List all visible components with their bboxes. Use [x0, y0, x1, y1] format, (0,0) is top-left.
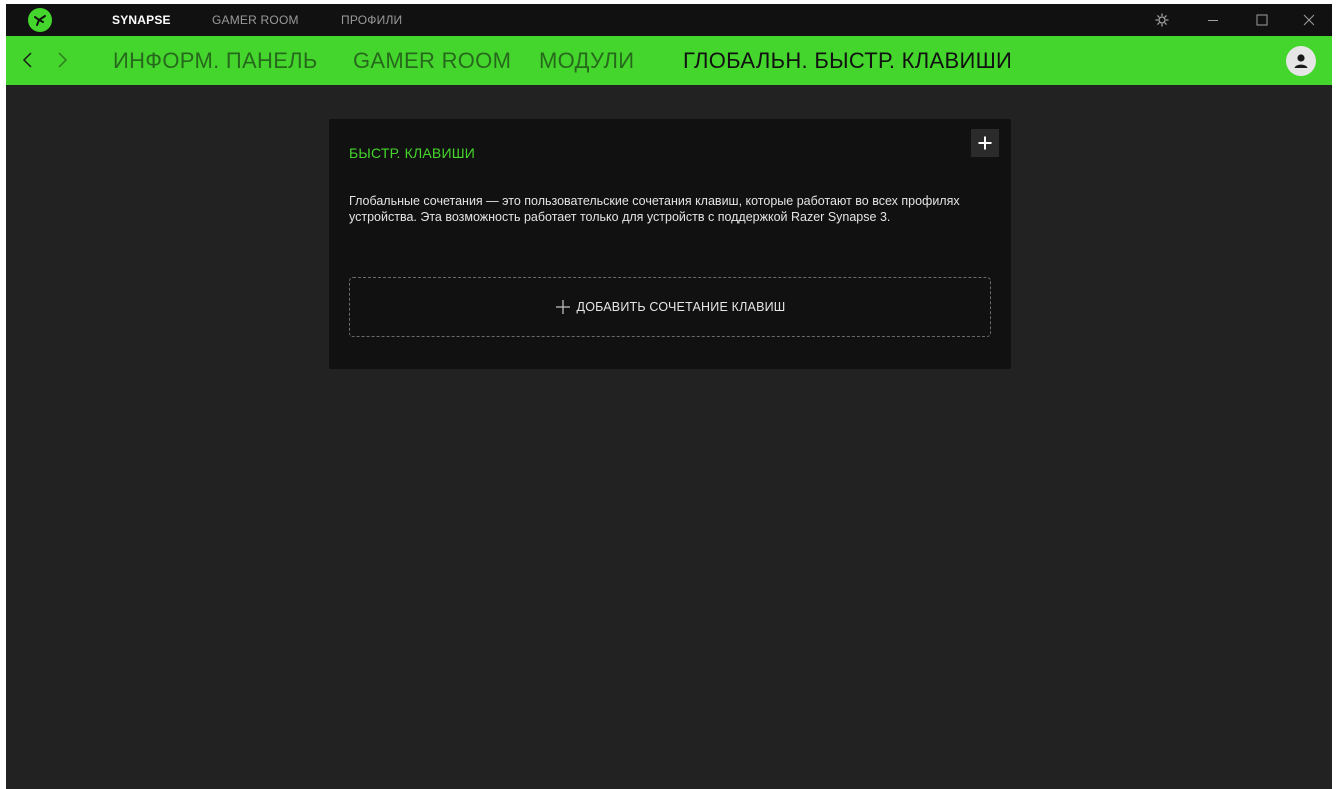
forward-button[interactable]: [50, 48, 74, 72]
minimize-button[interactable]: [1196, 4, 1230, 36]
sub-navigation: ИНФОРМ. ПАНЕЛЬ GAMER ROOM МОДУЛИ ГЛОБАЛЬ…: [6, 36, 1332, 85]
title-bar: SYNAPSE GAMER ROOM ПРОФИЛИ: [6, 4, 1332, 36]
subtab-gamer-room[interactable]: GAMER ROOM: [353, 36, 511, 85]
settings-button[interactable]: [1145, 4, 1179, 36]
chevron-left-icon: [22, 52, 32, 68]
subtab-dashboard[interactable]: ИНФОРМ. ПАНЕЛЬ: [113, 36, 318, 85]
tab-synapse[interactable]: SYNAPSE: [112, 4, 171, 36]
tab-profiles[interactable]: ПРОФИЛИ: [341, 4, 402, 36]
maximize-icon: [1256, 14, 1268, 26]
user-icon: [1294, 54, 1308, 68]
shortcuts-card: БЫСТР. КЛАВИШИ Глобальные сочетания — эт…: [329, 119, 1011, 369]
settings-icon: [1155, 13, 1169, 27]
tab-gamer-room[interactable]: GAMER ROOM: [212, 4, 299, 36]
subtab-modules[interactable]: МОДУЛИ: [539, 36, 634, 85]
plus-icon: [978, 136, 992, 150]
close-button[interactable]: [1292, 4, 1326, 36]
close-icon: [1303, 14, 1315, 26]
add-key-combination-button[interactable]: ДОБАВИТЬ СОЧЕТАНИЕ КЛАВИШ: [349, 277, 991, 337]
plus-icon: [555, 299, 571, 315]
razer-synapse-window: SYNAPSE GAMER ROOM ПРОФИЛИ ИНФОРМ. ПАНЕЛ…: [6, 4, 1332, 789]
back-button[interactable]: [16, 48, 40, 72]
add-key-combination-label: ДОБАВИТЬ СОЧЕТАНИЕ КЛАВИШ: [576, 300, 786, 314]
user-avatar[interactable]: [1286, 46, 1316, 76]
minimize-icon: [1208, 20, 1218, 21]
card-description: Глобальные сочетания — это пользовательс…: [349, 194, 960, 224]
add-shortcut-button[interactable]: [971, 129, 999, 157]
subtab-global-shortcuts[interactable]: ГЛОБАЛЬН. БЫСТР. КЛАВИШИ: [683, 36, 1012, 85]
card-title: БЫСТР. КЛАВИШИ: [349, 145, 476, 161]
chevron-right-icon: [58, 52, 68, 68]
maximize-button[interactable]: [1245, 4, 1279, 36]
razer-logo-icon[interactable]: [28, 8, 52, 32]
